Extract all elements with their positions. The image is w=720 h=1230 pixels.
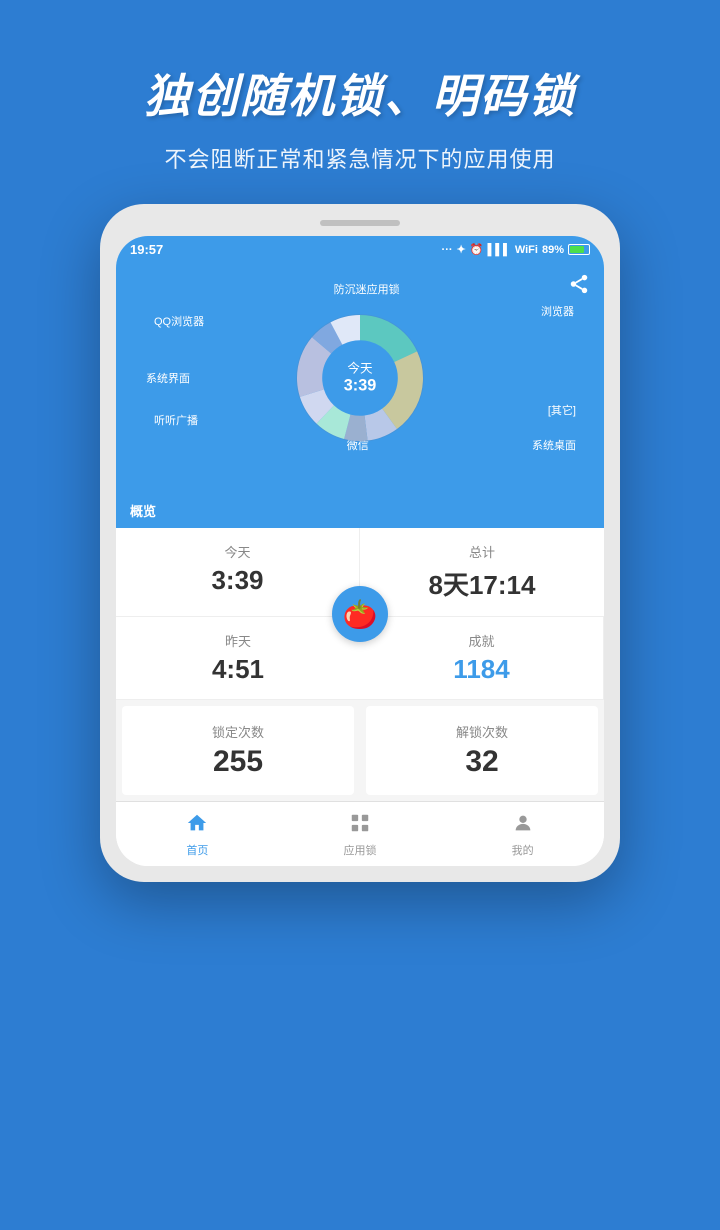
app-content: 防沉迷应用锁 QQ浏览器 系统界面 听听广播 微信 浏览器 [其它] 系统桌面 xyxy=(116,263,604,528)
nav-mine[interactable]: 我的 xyxy=(441,802,604,866)
subtitle: 不会阻断正常和紧急情况下的应用使用 xyxy=(40,142,680,174)
nav-home[interactable]: 首页 xyxy=(116,802,279,866)
signal-dots: ··· xyxy=(442,244,453,256)
chart-tab[interactable]: 概览 xyxy=(116,493,604,528)
label-desktop: 系统桌面 xyxy=(532,437,576,453)
lock-value: 255 xyxy=(142,745,334,779)
svg-text:3:39: 3:39 xyxy=(344,377,376,395)
bottom-nav: 首页 应用锁 xyxy=(116,801,604,866)
today-value: 3:39 xyxy=(136,565,339,596)
achievement-label: 成就 xyxy=(380,631,583,650)
alarm-icon: ⏰ xyxy=(470,243,484,256)
phone-mockup: 19:57 ··· ✦ ⏰ ▌▌▌ WiFi 89% xyxy=(100,204,620,882)
applock-label: 应用锁 xyxy=(344,842,377,858)
status-time: 19:57 xyxy=(130,242,163,257)
total-stat: 总计 8天17:14 xyxy=(360,528,604,617)
svg-text:今天: 今天 xyxy=(347,361,373,376)
yesterday-label: 昨天 xyxy=(136,631,340,650)
label-browser: 浏览器 xyxy=(541,303,574,319)
grid-icon xyxy=(349,812,371,840)
today-label: 今天 xyxy=(136,542,339,561)
lock-stats-area: 锁定次数 255 解锁次数 32 xyxy=(116,700,604,801)
home-label: 首页 xyxy=(186,842,208,858)
unlock-count-cell: 解锁次数 32 xyxy=(366,706,598,795)
achievement-value: 1184 xyxy=(380,654,583,685)
status-bar: 19:57 ··· ✦ ⏰ ▌▌▌ WiFi 89% xyxy=(116,236,604,263)
wifi-icon: WiFi xyxy=(515,244,538,256)
today-stat: 今天 3:39 xyxy=(116,528,360,617)
chart-area: 防沉迷应用锁 QQ浏览器 系统界面 听听广播 微信 浏览器 [其它] 系统桌面 xyxy=(116,263,604,493)
donut-chart: 今天 3:39 xyxy=(270,288,450,468)
person-icon xyxy=(512,812,534,840)
main-title: 独创随机锁、明码锁 xyxy=(40,60,680,126)
label-radio: 听听广播 xyxy=(154,412,198,428)
yesterday-value: 4:51 xyxy=(136,654,340,685)
phone-inner: 19:57 ··· ✦ ⏰ ▌▌▌ WiFi 89% xyxy=(116,236,604,866)
tomato-icon: 🍅 xyxy=(343,598,378,631)
tomato-button[interactable]: 🍅 xyxy=(332,586,388,642)
lock-label: 锁定次数 xyxy=(142,722,334,741)
bluetooth-icon: ✦ xyxy=(457,243,466,256)
nav-applock[interactable]: 应用锁 xyxy=(279,802,442,866)
lock-count-cell: 锁定次数 255 xyxy=(122,706,354,795)
home-icon xyxy=(186,812,208,840)
unlock-label: 解锁次数 xyxy=(386,722,578,741)
overview-tab-label: 概览 xyxy=(130,504,156,519)
battery-percent: 89% xyxy=(542,244,564,256)
battery-icon xyxy=(568,244,590,255)
mine-label: 我的 xyxy=(512,842,534,858)
yesterday-stat: 昨天 4:51 xyxy=(116,617,360,700)
status-right: ··· ✦ ⏰ ▌▌▌ WiFi 89% xyxy=(442,243,590,256)
signal-bars: ▌▌▌ xyxy=(487,244,510,256)
stats-area: 今天 3:39 总计 8天17:14 🍅 昨天 4:51 xyxy=(116,528,604,700)
achievement-stat: 成就 1184 xyxy=(360,617,604,700)
total-value: 8天17:14 xyxy=(380,565,584,602)
phone-speaker xyxy=(320,220,400,226)
unlock-value: 32 xyxy=(386,745,578,779)
share-button[interactable] xyxy=(568,273,590,301)
page-header: 独创随机锁、明码锁 不会阻断正常和紧急情况下的应用使用 xyxy=(0,0,720,204)
label-system-ui: 系统界面 xyxy=(146,370,190,386)
label-qq-browser: QQ浏览器 xyxy=(154,313,204,329)
total-label: 总计 xyxy=(380,542,584,561)
label-other: [其它] xyxy=(548,402,576,418)
